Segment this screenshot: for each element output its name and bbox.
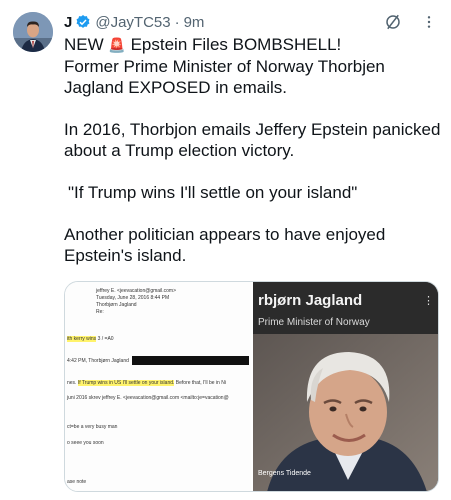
email-re: Re: [96, 309, 104, 315]
email-juni-line: juni 2016 skrev jeffrey E. <jeevacation@… [67, 395, 229, 401]
police-light-emoji: 🚨 [108, 37, 126, 53]
tweet-text: NEW 🚨 Epstein Files BOMBSHELL! Former Pr… [64, 34, 442, 266]
email-date: Tuesday, June 28, 2016 8:44 PM [96, 295, 170, 301]
tweet-new-label: NEW [64, 35, 104, 54]
email-see-line: o seee you soon [67, 440, 104, 446]
portrait-photo [253, 334, 438, 491]
email-to: Thorbjørn Jagland [96, 302, 137, 308]
portrait-role: Prime Minister of Norway [258, 317, 370, 328]
portrait-name: rbjørn Jagland [258, 292, 363, 309]
tweet-header: J @JayTC53 · 9m [64, 12, 439, 32]
tweet-line-2: Former Prime Minister of Norway Thorbjen… [64, 57, 385, 97]
email-busy-line: ct=be a very busy man [67, 424, 118, 430]
author-handle[interactable]: @JayTC53 [95, 14, 170, 31]
verified-badge-icon [75, 14, 91, 30]
panel-more-icon[interactable]: ⋮ [423, 294, 434, 307]
header-separator: · [174, 13, 180, 31]
tweet-paragraph-4: Another politician appears to have enjoy… [64, 225, 386, 265]
tweet-line-1: NEW 🚨 Epstein Files BOMBSHELL! [64, 34, 442, 56]
portrait-image[interactable]: rbjørn Jagland Prime Minister of Norway … [253, 282, 438, 491]
tweet-card[interactable]: J @JayTC53 · 9m NEW 🚨 Epstein Files BOMB… [0, 0, 451, 500]
redaction-bar [132, 356, 249, 365]
email-timestamp: 4:42 PM, Thorbjørn Jagland [67, 358, 129, 364]
grok-icon[interactable] [383, 12, 403, 32]
email-screenshot-image[interactable]: jeffrey E. <jeevacation@gmail.com> Tuesd… [65, 282, 251, 491]
author-name[interactable]: J [64, 14, 72, 31]
author-avatar[interactable] [13, 12, 53, 52]
tweet-headline: Epstein Files BOMBSHELL! [130, 35, 342, 54]
email-nes: nes. [67, 380, 77, 386]
tweet-media[interactable]: jeffrey E. <jeevacation@gmail.com> Tuesd… [64, 281, 439, 492]
email-from: jeffrey E. <jeevacation@gmail.com> [96, 288, 177, 294]
email-kerry-highlight: ith kerry wins [67, 336, 97, 342]
more-options-icon[interactable] [419, 12, 439, 32]
tweet-paragraph-3: "If Trump wins I'll settle on your islan… [68, 183, 358, 202]
tweet-timestamp[interactable]: 9m [184, 14, 205, 31]
email-note-line: ase note [67, 479, 87, 485]
email-quote-rest: Before that, I'll be in Ni [175, 380, 226, 386]
photo-credit: Bergens Tidende [258, 470, 311, 477]
tweet-paragraph-2: In 2016, Thorbjon emails Jeffery Epstein… [64, 120, 441, 160]
email-quote-highlight: If Trump wins in US I'll settle on your … [77, 380, 175, 386]
email-kerry-rest: 3 / =A0 [97, 336, 114, 342]
